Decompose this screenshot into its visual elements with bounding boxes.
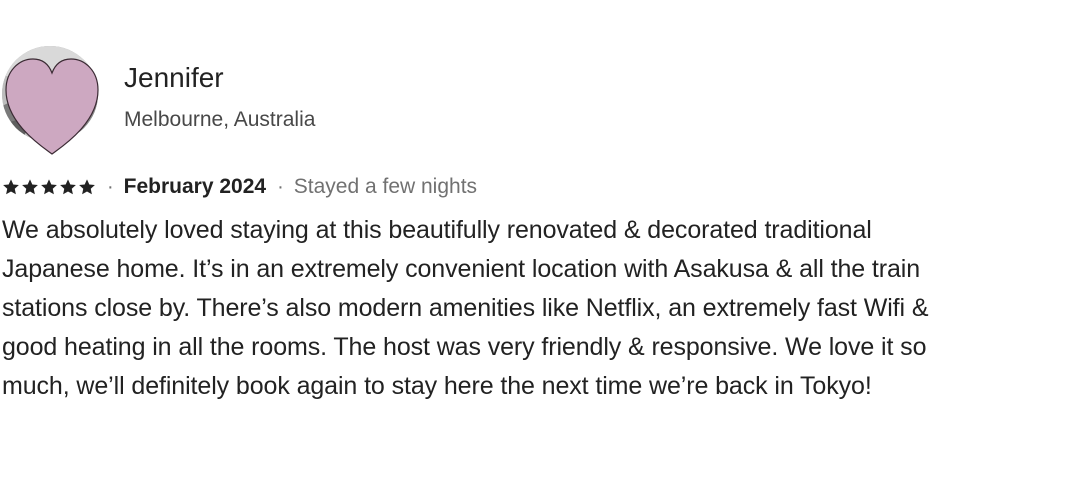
star-icon bbox=[79, 179, 95, 195]
review-date: February 2024 bbox=[123, 175, 267, 198]
separator-dot: · bbox=[277, 175, 284, 198]
star-icon bbox=[60, 179, 76, 195]
review-text-line: Japanese home. It’s in an extremely conv… bbox=[2, 255, 921, 283]
star-rating bbox=[2, 178, 96, 196]
star-icon bbox=[3, 179, 19, 195]
separator-dot: · bbox=[107, 175, 114, 198]
heart-icon bbox=[5, 58, 99, 155]
reviewer-header: Jennifer Melbourne, Australia bbox=[2, 46, 602, 156]
reviewer-location: Melbourne, Australia bbox=[124, 108, 316, 131]
review-text: We absolutely loved staying at this beau… bbox=[2, 211, 1078, 406]
review-text-line: good heating in all the rooms. The host … bbox=[2, 333, 927, 361]
review-card: Jennifer Melbourne, Australia · February… bbox=[0, 0, 1080, 488]
star-icon bbox=[22, 179, 38, 195]
review-meta: · February 2024 · Stayed a few nights bbox=[2, 172, 477, 202]
star-icon bbox=[41, 179, 57, 195]
review-text-line: stations close by. There’s also modern a… bbox=[2, 294, 929, 322]
review-text-line: much, we’ll definitely book again to sta… bbox=[2, 372, 872, 400]
review-text-line: We absolutely loved staying at this beau… bbox=[2, 216, 872, 244]
stay-length: Stayed a few nights bbox=[293, 175, 478, 198]
reviewer-name[interactable]: Jennifer bbox=[124, 62, 224, 94]
